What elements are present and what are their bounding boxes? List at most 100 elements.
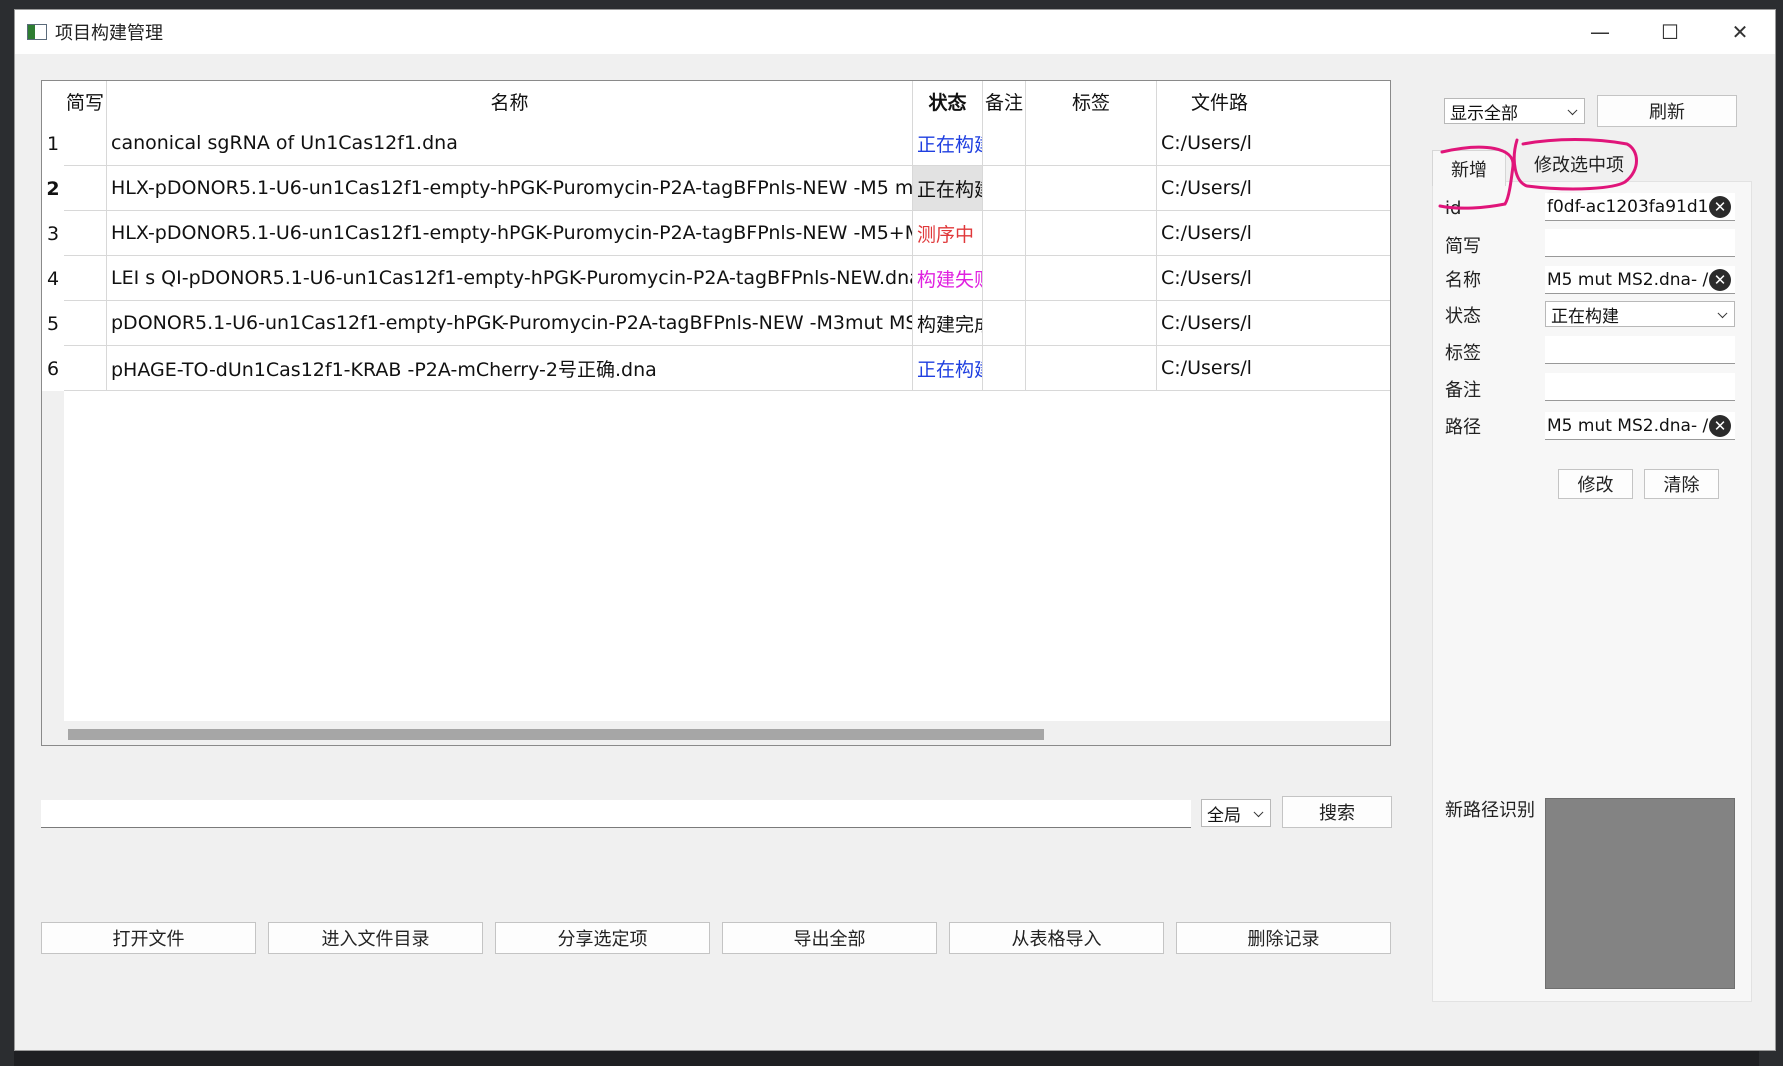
status-label: 状态 (1445, 306, 1481, 327)
cell-path[interactable]: C:/Users/l (1157, 346, 1390, 390)
tab-add[interactable]: 新增 (1432, 150, 1506, 186)
horizontal-scrollbar[interactable] (42, 721, 1390, 745)
search-scope-value: 全局 (1207, 805, 1241, 826)
main-window: 项目构建管理 — ☐ ✕ 简写 名称 状态 备注 标签 文件路 1 2 3 4 … (14, 9, 1776, 1051)
cell-abbr[interactable] (64, 256, 107, 300)
delete-record-button[interactable]: 删除记录 (1176, 922, 1391, 954)
table-row[interactable]: canonical sgRNA of Un1Cas12f1.dna 正在构建 C… (64, 121, 1390, 166)
cell-name[interactable]: HLX-pDONOR5.1-U6-un1Cas12f1-empty-hPGK-P… (107, 166, 913, 210)
table-row[interactable]: pHAGE-TO-dUn1Cas12f1-KRAB -P2A-mCherry-2… (64, 346, 1390, 391)
cell-tag[interactable] (1026, 166, 1157, 210)
export-all-button[interactable]: 导出全部 (722, 922, 937, 954)
row-number[interactable]: 1 (42, 121, 64, 166)
name-field[interactable]: / -M5 mut MS2.dna ✕ (1545, 266, 1735, 294)
cell-abbr[interactable] (64, 346, 107, 390)
app-icon (27, 24, 47, 40)
abbr-field[interactable] (1545, 229, 1735, 257)
cell-status[interactable]: 正在构建 (913, 121, 983, 165)
cell-tag[interactable] (1026, 346, 1157, 390)
cell-note[interactable] (983, 256, 1026, 300)
name-value: / -M5 mut MS2.dna (1547, 269, 1709, 290)
table-row[interactable]: HLX-pDONOR5.1-U6-un1Cas12f1-empty-hPGK-P… (64, 166, 1390, 211)
scrollbar-thumb[interactable] (68, 729, 1044, 740)
open-file-button[interactable]: 打开文件 (41, 922, 256, 954)
cell-tag[interactable] (1026, 256, 1157, 300)
search-input[interactable] (41, 800, 1191, 828)
id-field[interactable]: f0df-ac1203fa91d1 ✕ (1545, 193, 1735, 221)
open-directory-button[interactable]: 进入文件目录 (268, 922, 483, 954)
project-table[interactable]: 简写 名称 状态 备注 标签 文件路 1 2 3 4 5 6 canonical… (41, 80, 1391, 746)
cell-status[interactable]: 构建完成 (913, 301, 983, 345)
path-field[interactable]: / -M5 mut MS2.dna ✕ (1545, 412, 1735, 440)
table-row[interactable]: HLX-pDONOR5.1-U6-un1Cas12f1-empty-hPGK-P… (64, 211, 1390, 256)
filter-value: 显示全部 (1450, 103, 1518, 124)
refresh-button[interactable]: 刷新 (1597, 95, 1737, 127)
row-number[interactable]: 3 (42, 211, 64, 256)
clear-icon[interactable]: ✕ (1709, 195, 1731, 218)
cell-status[interactable]: 构建失败 (913, 256, 983, 300)
cell-tag[interactable] (1026, 301, 1157, 345)
window-title: 项目构建管理 (55, 23, 163, 44)
cell-note[interactable] (983, 166, 1026, 210)
cell-note[interactable] (983, 211, 1026, 255)
cell-abbr[interactable] (64, 211, 107, 255)
cell-path[interactable]: C:/Users/l (1157, 301, 1390, 345)
filter-select[interactable]: 显示全部 (1444, 98, 1585, 124)
modify-button[interactable]: 修改 (1558, 469, 1633, 499)
cell-name[interactable]: canonical sgRNA of Un1Cas12f1.dna (107, 121, 913, 165)
chevron-down-icon (1717, 308, 1728, 319)
clear-icon[interactable]: ✕ (1709, 414, 1731, 437)
cell-name[interactable]: HLX-pDONOR5.1-U6-un1Cas12f1-empty-hPGK-P… (107, 211, 913, 255)
header-note[interactable]: 备注 (983, 81, 1026, 121)
cell-abbr[interactable] (64, 301, 107, 345)
cell-status[interactable]: 测序中 (913, 211, 983, 255)
chevron-down-icon (1567, 105, 1578, 116)
path-label: 路径 (1445, 417, 1481, 438)
share-selected-button[interactable]: 分享选定项 (495, 922, 710, 954)
header-name[interactable]: 名称 (107, 81, 913, 121)
cell-path[interactable]: C:/Users/l (1157, 121, 1390, 165)
cell-note[interactable] (983, 301, 1026, 345)
cell-status[interactable]: 正在构建 (913, 166, 983, 210)
cell-note[interactable] (983, 121, 1026, 165)
table-row[interactable]: pDONOR5.1-U6-un1Cas12f1-empty-hPGK-Purom… (64, 301, 1390, 346)
table-row[interactable]: LEI s QI-pDONOR5.1-U6-un1Cas12f1-empty-h… (64, 256, 1390, 301)
row-number[interactable]: 4 (42, 256, 64, 301)
name-label: 名称 (1445, 270, 1481, 291)
header-status[interactable]: 状态 (913, 81, 983, 121)
close-icon[interactable]: ✕ (1705, 10, 1775, 54)
row-number[interactable]: 6 (42, 346, 64, 391)
cell-name[interactable]: pDONOR5.1-U6-un1Cas12f1-empty-hPGK-Purom… (107, 301, 913, 345)
header-path[interactable]: 文件路 (1157, 81, 1390, 121)
note-field[interactable] (1545, 373, 1735, 401)
cell-tag[interactable] (1026, 121, 1157, 165)
cell-abbr[interactable] (64, 121, 107, 165)
header-tag[interactable]: 标签 (1026, 81, 1157, 121)
row-header-column: 1 2 3 4 5 6 (42, 121, 64, 391)
search-button[interactable]: 搜索 (1282, 796, 1392, 828)
row-number[interactable]: 2 (42, 166, 64, 211)
cell-status[interactable]: 正在构建 (913, 346, 983, 390)
status-select[interactable]: 正在构建 (1545, 301, 1735, 327)
cell-path[interactable]: C:/Users/l (1157, 166, 1390, 210)
table-corner (42, 81, 64, 121)
import-from-table-button[interactable]: 从表格导入 (949, 922, 1164, 954)
cell-name[interactable]: pHAGE-TO-dUn1Cas12f1-KRAB -P2A-mCherry-2… (107, 346, 913, 390)
cell-name[interactable]: LEI s QI-pDONOR5.1-U6-un1Cas12f1-empty-h… (107, 256, 913, 300)
cell-path[interactable]: C:/Users/l (1157, 256, 1390, 300)
minimize-icon[interactable]: — (1565, 10, 1635, 54)
clear-button[interactable]: 清除 (1644, 469, 1719, 499)
tab-modify-selected[interactable]: 修改选中项 (1519, 146, 1639, 182)
search-scope-select[interactable]: 全局 (1201, 799, 1271, 827)
row-number[interactable]: 5 (42, 301, 64, 346)
cell-tag[interactable] (1026, 211, 1157, 255)
header-abbr[interactable]: 简写 (64, 81, 107, 121)
tag-field[interactable] (1545, 336, 1735, 364)
maximize-icon[interactable]: ☐ (1635, 10, 1705, 54)
clear-icon[interactable]: ✕ (1709, 268, 1731, 291)
tag-label: 标签 (1445, 343, 1481, 364)
cell-abbr[interactable] (64, 166, 107, 210)
cell-note[interactable] (983, 346, 1026, 390)
cell-path[interactable]: C:/Users/l (1157, 211, 1390, 255)
new-path-drop-area[interactable] (1545, 798, 1735, 989)
